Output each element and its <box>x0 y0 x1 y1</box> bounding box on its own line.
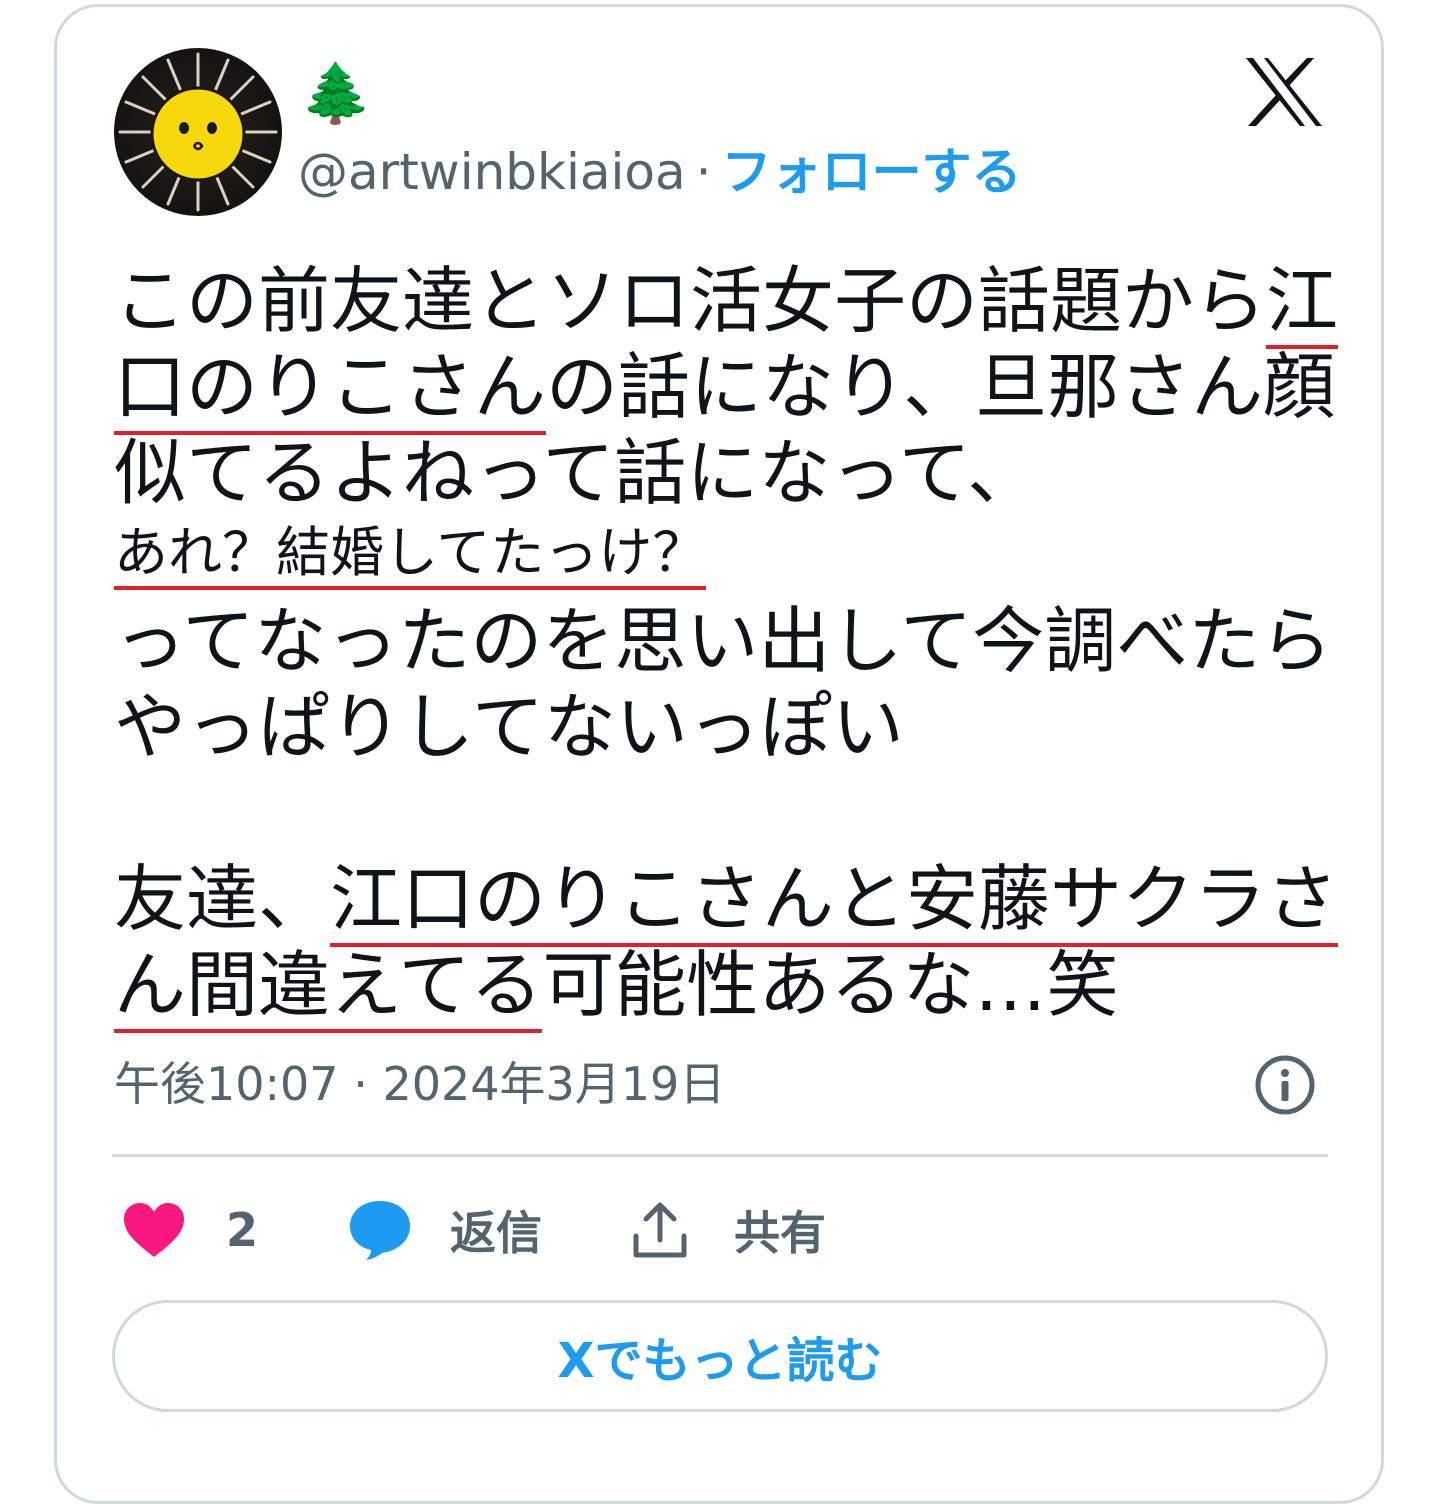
tweet-line-4: あれ？結婚してたっけ？ <box>114 518 1344 598</box>
tweet-text: この前友達とソロ活女子の話題から江 口のりこさんの話になり、旦那さん顔 似てるよ… <box>114 258 1344 1033</box>
display-name[interactable]: 🌲 <box>300 58 372 128</box>
separator-dot: · <box>695 143 712 201</box>
speech-bubble-icon <box>350 1201 410 1260</box>
underlined-text: ん間違えてる <box>114 943 543 1033</box>
x-logo-icon[interactable] <box>1244 56 1324 128</box>
underlined-text: 江 <box>1266 259 1339 349</box>
tweet-text-segment: の話になり、旦那さん顔 <box>546 345 1336 429</box>
divider <box>112 1154 1328 1157</box>
heart-icon <box>124 1203 184 1257</box>
tweet-line-7: 友達、江口のりこさんと安藤サクラさ <box>114 856 1344 947</box>
sun-face-avatar-image <box>118 52 278 212</box>
tweet-line-3: 似てるよねって話になって、 <box>114 431 1040 515</box>
timestamp[interactable]: 午後10:07 · 2024年3月19日 <box>114 1052 725 1116</box>
share-upload-icon <box>633 1202 687 1258</box>
share-label: 共有 <box>734 1206 826 1260</box>
handle-row: @artwinbkiaioa · フォローする <box>298 140 1022 204</box>
reply-button[interactable]: 返信 <box>348 1190 542 1270</box>
underlined-text: あれ？結婚してたっけ？ <box>114 521 707 590</box>
tweet-line-6: やっぱりしてないっぽい <box>114 685 904 769</box>
tweet-text-segment: この前友達とソロ活女子の話題から <box>114 259 1267 343</box>
tweet-line-1: この前友達とソロ活女子の話題から江 <box>114 258 1344 349</box>
follow-button[interactable]: フォローする <box>722 143 1022 201</box>
like-count: 2 <box>226 1203 259 1257</box>
tweet-time: 午後10:07 <box>114 1057 339 1111</box>
read-more-on-x-button[interactable]: Xでもっと読む <box>112 1300 1328 1412</box>
user-handle[interactable]: @artwinbkiaioa <box>298 143 686 201</box>
tweet-line-8: ん間違えてる可能性あるな…笑 <box>114 942 1344 1033</box>
info-icon[interactable] <box>1254 1054 1316 1116</box>
reply-label: 返信 <box>450 1206 542 1260</box>
tweet-line-2: 口のりこさんの話になり、旦那さん顔 <box>114 344 1344 435</box>
separator-dot: · <box>353 1057 368 1111</box>
tweet-text-segment: 可能性あるな…笑 <box>542 943 1119 1027</box>
action-bar: 2 返信 共有 <box>112 1190 1328 1270</box>
like-button[interactable]: 2 <box>122 1190 258 1270</box>
tweet-text-segment: 友達、 <box>114 857 331 941</box>
tweet-line-5: ってなったのを思い出して今調べたら <box>114 599 1333 683</box>
underlined-text: 江口のりこさんと安藤サクラさ <box>330 857 1339 947</box>
underlined-text: 口のりこさん <box>114 345 547 435</box>
avatar[interactable] <box>114 48 282 216</box>
tweet-date: 2024年3月19日 <box>382 1057 726 1111</box>
share-button[interactable]: 共有 <box>632 1190 826 1270</box>
